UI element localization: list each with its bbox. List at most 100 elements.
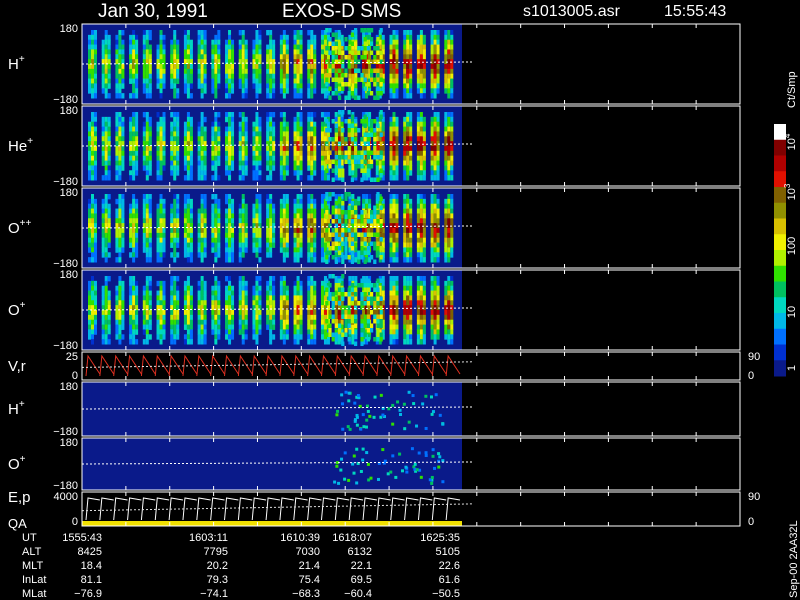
spectrogram-cell [406,247,410,253]
spectrogram-cell [310,49,314,55]
spectrogram-cell [104,30,108,36]
spectrogram-cell [360,119,364,124]
spectrogram-cell [389,83,393,89]
spectrogram-cell [310,136,314,142]
spectrogram-cell [293,34,297,41]
spectrogram-cell [381,126,385,132]
spectrogram-cell [307,131,311,137]
spectrogram-cell [296,59,300,65]
spectrogram-cell [107,208,111,214]
spectrogram-cell [299,232,303,239]
spectrogram-cell [363,159,367,164]
spectrogram-cell [433,324,437,330]
spectrogram-cell [94,155,97,162]
spectrogram-cell [121,280,125,287]
spectrogram-cell [331,305,335,310]
spectrogram-cell [360,77,364,82]
spectrogram-cell [266,324,270,330]
spectrogram-cell [186,160,190,166]
spectrogram-cell [433,280,437,287]
spectrogram-cell [325,332,329,337]
spectrogram-cell [419,319,423,326]
panel-1: 180−180He+ [8,105,741,188]
spectrogram-cell [389,310,393,316]
spectrogram-cell [320,121,324,128]
spectrogram-cell [244,88,248,94]
spectrogram-cell [350,32,354,37]
spectrogram-cell [296,314,300,321]
spectrogram-cell [293,324,297,330]
spectrogram-cell [363,168,367,173]
spectrogram-cell [132,252,136,258]
spectrogram-cell [132,160,136,166]
spectrogram-cell [354,334,358,340]
spectrogram-cell [231,285,235,292]
spectrogram-cell [132,126,136,132]
spectrogram-cell [360,219,364,224]
spectrogram-cell [395,136,399,142]
spectrogram-cell [444,121,448,128]
spectrogram-cell [255,59,259,65]
spectrogram-cell [341,314,345,319]
spectrogram-cell [186,276,190,282]
spectrogram-cell [121,78,125,84]
spectrogram-cell [211,295,215,301]
spectrogram-cell [258,285,262,292]
spectrogram-cell [337,295,341,301]
spectrogram-cell [225,290,229,296]
spectrogram-cell [296,131,300,137]
spectrogram-cell [197,131,201,137]
spectrogram-cell [241,247,245,253]
spectrogram-cell [115,112,119,118]
spectrogram-cell [307,39,311,46]
spectrogram-cell [156,208,160,214]
spectrogram-cell [170,155,174,162]
spectrogram-cell [238,319,242,326]
spectrogram-cell [325,192,329,197]
spectrogram-cell [269,334,273,340]
spectrogram-cell [107,155,111,162]
spectrogram-cell [118,126,122,132]
spectrogram-cell [450,329,454,335]
spectrogram-cell [129,150,133,157]
spectrogram-cell [338,41,342,46]
spectrogram-cell [173,78,177,84]
spectrogram-cell [129,242,133,248]
spectrogram-cell [91,300,94,306]
spectrogram-cell [272,290,276,296]
spectrogram-cell [94,68,97,75]
spectrogram-cell [376,319,380,324]
spectrogram-cell [255,305,259,311]
spectrogram-cell [409,213,413,219]
spectrogram-cell [310,334,314,340]
spectrogram-cell [176,136,180,142]
spectrogram-cell [121,319,125,326]
spectrogram-cell [217,64,221,70]
spectrogram-cell [344,219,348,224]
spectrogram-cell [115,44,119,50]
spectrogram-cell [313,150,317,157]
spectrogram-cell [107,252,111,258]
spectrogram-cell [416,64,420,70]
spectrogram-cell [159,280,163,287]
spectrogram-cell [436,232,440,239]
spectrogram-cell [430,88,434,94]
spectrogram-cell [101,155,105,162]
spectrogram-cell [104,276,108,282]
spectrogram-cell [433,334,437,340]
spectrogram-cell [373,205,377,210]
spectrogram-cell [135,116,139,123]
spectrogram-cell [231,136,235,142]
spectrogram-cell [238,30,242,36]
spectrogram-cell [395,257,399,263]
spectrogram-cell [313,208,317,214]
spectrogram-cell [252,83,256,89]
spectrogram-cell [129,228,133,234]
spectrogram-cell [392,280,396,287]
spectrogram-cell [310,112,314,118]
velocity-trace [85,354,101,377]
spectrogram-cell [447,237,451,244]
spectrogram-cell [197,73,201,80]
spectrogram-cell [373,95,377,100]
spectrogram-cell [241,34,245,41]
